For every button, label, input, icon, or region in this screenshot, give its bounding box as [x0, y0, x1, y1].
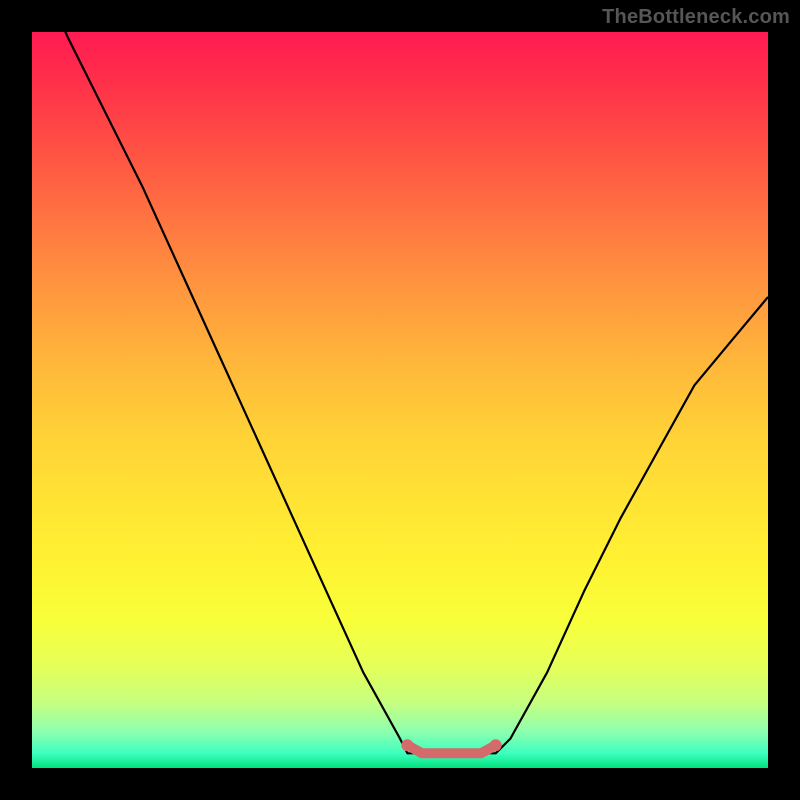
optimal-highlight [407, 745, 495, 753]
curve-layer [32, 32, 768, 768]
bottleneck-curve [32, 32, 768, 753]
plot-area [32, 32, 768, 768]
chart-frame: TheBottleneck.com [0, 0, 800, 800]
highlight-end-dot-right [490, 739, 502, 751]
highlight-end-dot-left [401, 739, 413, 751]
watermark-text: TheBottleneck.com [602, 6, 790, 29]
